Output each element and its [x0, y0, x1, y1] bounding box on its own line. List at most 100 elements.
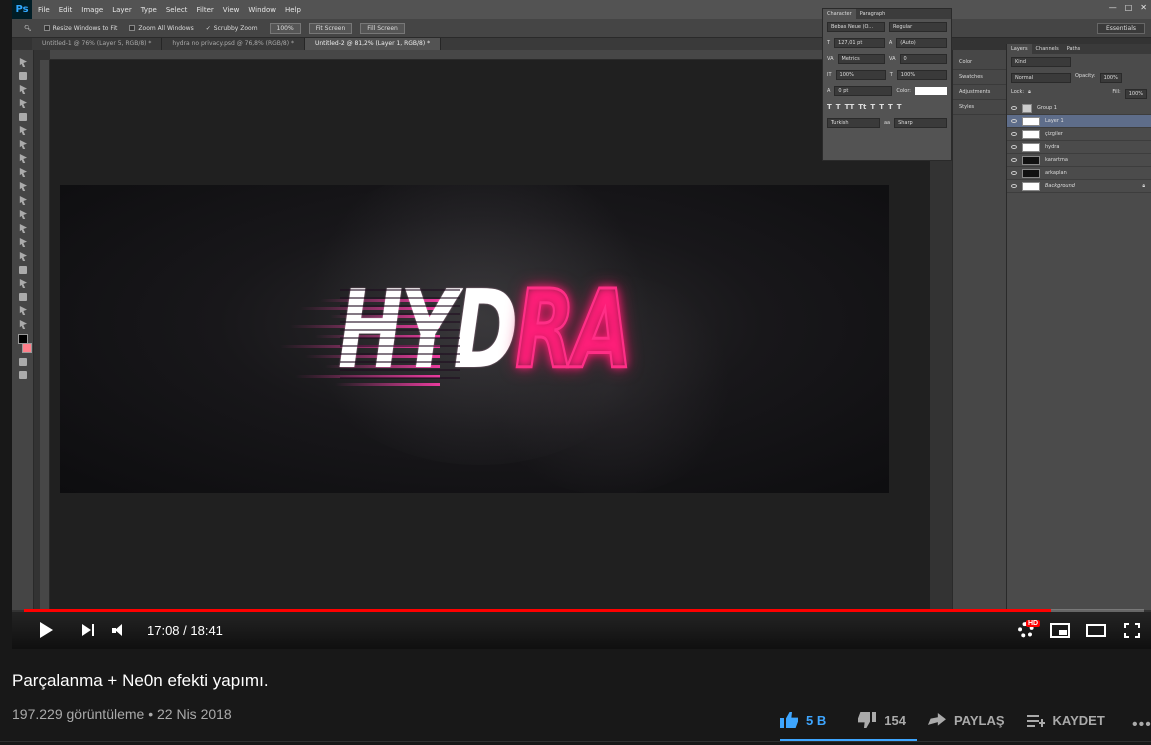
- ps-layer-name: Background: [1045, 183, 1075, 189]
- stamp-tool-icon: [19, 168, 27, 177]
- ps-logo: Ps: [12, 0, 32, 19]
- ps-menu-image: Image: [81, 5, 104, 14]
- lock-icon: 🔒︎: [1142, 183, 1145, 189]
- ps-workspace: HYDRA: [50, 60, 930, 610]
- share-icon: [928, 713, 946, 727]
- eye-icon: [1011, 132, 1017, 136]
- divider: [0, 741, 1151, 742]
- thumbs-up-icon: [780, 712, 798, 728]
- ps-character-tabs: Character Paragraph: [823, 9, 951, 19]
- checkbox-icon: [129, 25, 136, 31]
- marquee-tool-icon: [18, 72, 27, 80]
- ps-opacity-label: Opacity:: [1075, 73, 1096, 79]
- ps-menu-type: Type: [140, 5, 157, 14]
- ps-canvas: HYDRA: [60, 185, 889, 493]
- underline-icon: T: [887, 103, 893, 111]
- ps-options-bar: 🔍︎ Resize Windows to Fit Zoom All Window…: [12, 19, 1151, 38]
- play-icon[interactable]: [40, 622, 53, 638]
- video-player[interactable]: Ps File Edit Image Layer Type Select Fil…: [12, 0, 1151, 649]
- vertical-scale-icon: IT: [827, 72, 832, 78]
- kerning-icon: VA: [827, 56, 834, 62]
- ps-document-tabs: Untitled-1 @ 76% (Layer 5, RGB/8) * hydr…: [32, 38, 832, 50]
- ps-percent-button: 100%: [269, 22, 301, 34]
- save-button[interactable]: KAYDET: [1026, 713, 1105, 728]
- superscript-icon: T: [870, 103, 876, 111]
- ps-opt-zoom-all-label: Zoom All Windows: [138, 24, 194, 32]
- ps-layer-name: Layer 1: [1045, 118, 1064, 124]
- ps-font-size: 127,01 pt: [834, 38, 885, 48]
- quick-mask-icon: [18, 358, 27, 366]
- ps-font-style: Regular: [889, 22, 947, 32]
- ps-menu-file: File: [38, 5, 50, 14]
- dislike-button[interactable]: 154: [858, 712, 906, 728]
- ps-window-controls: — □ ✕: [1109, 3, 1147, 12]
- ps-menubar: Ps File Edit Image Layer Type Select Fil…: [12, 0, 1151, 19]
- move-tool-icon: [19, 58, 27, 67]
- ps-layer-row: çizgiler: [1007, 128, 1151, 141]
- zoom-tool-icon: 🔍︎: [24, 24, 32, 32]
- playlist-add-icon: [1026, 713, 1045, 727]
- leading-icon: A: [888, 40, 893, 46]
- ps-fill-screen-button: Fill Screen: [360, 22, 405, 34]
- video-actions: 5 B 154 PAYLAŞ KAYDET: [780, 700, 1127, 740]
- ps-language: Turkish: [827, 118, 880, 128]
- ps-tab-character: Character: [823, 9, 856, 19]
- ps-type-style-buttons: T T TT Tt T T T T: [823, 99, 951, 115]
- ps-doc-tab-active: Untitled-2 @ 81,2% (Layer 1, RGB/8) *: [304, 38, 442, 50]
- ps-lock-label: Lock:: [1011, 89, 1025, 95]
- bucket-tool-icon: [19, 210, 27, 219]
- hydra-text-neon: RA: [514, 268, 633, 393]
- time-display: 17:08 / 18:41: [147, 623, 223, 638]
- tracking-icon: VA: [889, 56, 896, 62]
- pen-tool-icon: [19, 252, 27, 261]
- theater-mode-icon[interactable]: [1086, 624, 1106, 637]
- miniplayer-icon[interactable]: [1050, 623, 1070, 638]
- ps-baseline: 0 pt: [834, 86, 893, 96]
- ps-layer-row: Group 1: [1007, 102, 1151, 115]
- more-actions-icon[interactable]: •••: [1132, 716, 1151, 734]
- ps-doc-tab: Untitled-1 @ 76% (Layer 5, RGB/8) *: [32, 38, 163, 50]
- ps-layer-name: karartma: [1045, 157, 1068, 163]
- ps-opt-resize-label: Resize Windows to Fit: [52, 24, 118, 32]
- next-icon[interactable]: [82, 624, 94, 636]
- eye-icon: [1011, 119, 1017, 123]
- volume-icon[interactable]: [112, 624, 128, 638]
- eyedropper-tool-icon: [19, 126, 27, 135]
- ps-layer-name: hydra: [1045, 144, 1060, 150]
- screen-mode-icon: [18, 371, 27, 379]
- ps-vscale: 100%: [835, 70, 886, 80]
- layer-thumbnail: [1022, 116, 1040, 126]
- ps-doc-tab: hydra no privacy.psd @ 76,8% (RGB/8) *: [162, 38, 305, 50]
- lock-icon: 🔒︎: [1028, 89, 1031, 95]
- type-tool-icon: [18, 266, 27, 274]
- eraser-tool-icon: [19, 196, 27, 205]
- ps-tracking: 0: [899, 54, 947, 64]
- ps-fill: 100%: [1124, 89, 1147, 99]
- like-button[interactable]: 5 B: [780, 712, 826, 728]
- horizontal-scale-icon: T: [889, 72, 893, 78]
- ps-tab-layers: Layers: [1007, 44, 1032, 54]
- ps-text-color-swatch: [915, 87, 947, 95]
- layer-thumbnail: [1022, 155, 1040, 165]
- ps-menu-select: Select: [165, 5, 188, 14]
- ps-panel-adjustments: Adjustments: [953, 85, 1006, 100]
- glitch-stripes: [340, 285, 460, 385]
- check-icon: ✓: [205, 24, 211, 32]
- ps-layer-name: arkaplan: [1045, 170, 1067, 176]
- ps-panel-styles: Styles: [953, 100, 1006, 115]
- ps-layer-name: çizgiler: [1045, 131, 1063, 137]
- like-count: 5 B: [806, 712, 827, 728]
- blur-tool-icon: [19, 224, 27, 233]
- minimize-icon: —: [1108, 3, 1117, 12]
- fullscreen-icon[interactable]: [1124, 623, 1140, 638]
- ps-menu-layer: Layer: [112, 5, 132, 14]
- ps-layer-row: arkaplan: [1007, 167, 1151, 180]
- ps-menu-filter: Filter: [196, 5, 214, 14]
- ps-layer-name: Group 1: [1037, 105, 1057, 111]
- ps-workspace-select: Essentials: [1096, 23, 1145, 34]
- brush-tool-icon: [19, 154, 27, 163]
- ps-font-family: Bebas Neue (O...: [827, 22, 885, 32]
- foreground-color-swatch: [17, 334, 28, 344]
- share-button[interactable]: PAYLAŞ: [928, 713, 1005, 728]
- small-caps-icon: Tt: [858, 103, 867, 111]
